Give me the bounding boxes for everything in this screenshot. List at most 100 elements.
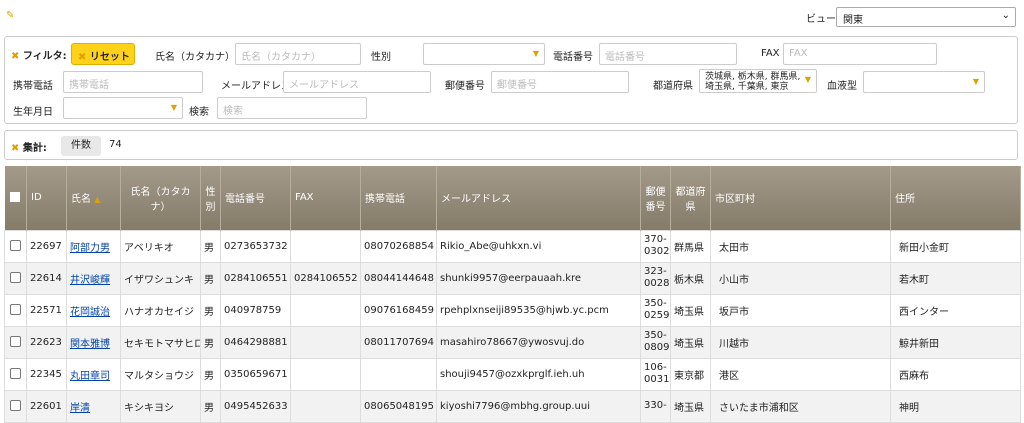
header-id[interactable]: ID (26, 166, 67, 230)
header-phone[interactable]: 電話番号 (220, 166, 291, 230)
blood-select[interactable]: ▼ (863, 71, 985, 93)
cell-pref: 埼玉県 (670, 389, 711, 423)
chevron-down-icon: ▼ (532, 49, 539, 58)
close-icon[interactable]: ✖ (11, 143, 19, 154)
cell-kana: マルタショウジ (120, 357, 201, 391)
cell-phone: 0273653732 (220, 229, 291, 263)
cell-kana: アベリキオ (120, 229, 201, 263)
cell-fax (290, 229, 361, 263)
row-checkbox-cell (4, 229, 27, 263)
row-checkbox[interactable] (10, 272, 21, 284)
mobile-input[interactable]: 携帯電話 (63, 71, 203, 93)
cell-postal: 330- (640, 389, 671, 423)
cell-mobile: 08065048195 (360, 389, 437, 423)
row-checkbox-cell (4, 389, 27, 423)
cell-gender: 男 (200, 357, 221, 391)
header-fax[interactable]: FAX (290, 166, 361, 230)
cell-postal: 370-0302 (640, 229, 671, 263)
cell-name: 関本雅博 (66, 325, 121, 359)
cell-name: 花岡誠治 (66, 293, 121, 327)
name-link[interactable]: 丸田章司 (70, 371, 110, 382)
cell-id: 22697 (26, 229, 67, 263)
header-email[interactable]: メールアドレス (436, 166, 641, 230)
cell-address: 西麻布 (890, 357, 1021, 391)
prefecture-select[interactable]: 茨城県, 栃木県, 群馬県, 埼玉県, 千葉県, 東京 ▼ (699, 69, 817, 93)
cell-kana: キシキヨシ (120, 389, 201, 423)
cell-city: 港区 (710, 357, 891, 391)
cell-fax: 0284106552 (290, 261, 361, 295)
cell-city: 坂戸市 (710, 293, 891, 327)
search-input[interactable]: 検索 (217, 97, 367, 119)
select-all-checkbox[interactable] (4, 166, 27, 230)
cell-mobile (360, 357, 437, 391)
count-chip[interactable]: 件数 (61, 136, 101, 156)
prefecture-label: 都道府県 (653, 81, 693, 92)
name-link[interactable]: 阿部力男 (70, 243, 110, 254)
cell-gender: 男 (200, 261, 221, 295)
postal-label: 郵便番号 (445, 81, 485, 92)
chevron-down-icon: ▼ (804, 75, 811, 84)
cell-id: 22601 (26, 389, 67, 423)
cell-address: 新田小金町 (890, 229, 1021, 263)
birthday-select[interactable]: ▼ (63, 97, 183, 119)
cell-name: 岸清 (66, 389, 121, 423)
cell-pref: 群馬県 (670, 229, 711, 263)
name-kana-input[interactable]: 氏名（カタカナ） (235, 43, 361, 65)
row-checkbox[interactable] (10, 336, 21, 348)
fax-input[interactable]: FAX (783, 43, 937, 65)
cell-mobile: 09076168459 (360, 293, 437, 327)
header-name[interactable]: 氏名 ▲ (66, 166, 121, 230)
reset-button[interactable]: ✖ リセット (71, 43, 135, 65)
wrench-icon[interactable]: ✎ (6, 11, 14, 21)
cell-pref: 栃木県 (670, 261, 711, 295)
cell-email: shunki9957@eerpauaah.kre (436, 261, 641, 295)
header-postal[interactable]: 郵便番号 (640, 166, 671, 230)
cell-address: 西インター (890, 293, 1021, 327)
cell-postal: 350-0259 (640, 293, 671, 327)
aggregate-panel: ✖ 集計: 件数 74 (4, 130, 1018, 160)
header-pref[interactable]: 都道府県 (670, 166, 711, 230)
email-label: メールアドレス (221, 81, 291, 92)
cell-address: 神明 (890, 389, 1021, 423)
header-address[interactable]: 住所 (890, 166, 1021, 230)
name-link[interactable]: 岸清 (70, 403, 90, 414)
mobile-label: 携帯電話 (13, 81, 53, 92)
cell-mobile: 08011707694 (360, 325, 437, 359)
cell-postal: 106-0031 (640, 357, 671, 391)
table-row[interactable]: 22571 花岡誠治 ハナオカセイジ男 040978759 09076168459 rpe… (4, 293, 1021, 327)
table-row[interactable]: 22614 井沢峻輝 イザワシュンキ男 0284106551 0284106552 080… (4, 261, 1021, 295)
table-row[interactable]: 22697 阿部力男 アベリキオ男 0273653732 08070268854 Riki… (4, 229, 1021, 263)
phone-input[interactable]: 電話番号 (599, 43, 737, 65)
view-select[interactable]: 関東 ⌄ (836, 7, 1016, 27)
cell-fax (290, 389, 361, 423)
row-checkbox-cell (4, 293, 27, 327)
row-checkbox[interactable] (10, 240, 21, 252)
table-row[interactable]: 22623 関本雅博 セキモトマサヒロ男 0464298881 08011707694 m… (4, 325, 1021, 359)
table-row[interactable]: 22345 丸田章司 マルタショウジ男 0350659671 shouji9457@oz… (4, 357, 1021, 391)
table-row[interactable]: 22601 岸清 キシキヨシ男 0495452633 08065048195 kiyosh… (4, 389, 1021, 423)
cell-kana: ハナオカセイジ (120, 293, 201, 327)
chevron-down-icon: ⌄ (1001, 10, 1010, 21)
cell-pref: 埼玉県 (670, 325, 711, 359)
gender-select[interactable]: ▼ (423, 43, 545, 65)
cell-city: 小山市 (710, 261, 891, 295)
header-gender[interactable]: 性別 (200, 166, 221, 230)
name-link[interactable]: 花岡誠治 (70, 307, 110, 318)
name-link[interactable]: 井沢峻輝 (70, 275, 110, 286)
header-mobile[interactable]: 携帯電話 (360, 166, 437, 230)
row-checkbox[interactable] (10, 304, 21, 316)
cell-gender: 男 (200, 293, 221, 327)
cell-email: shouji9457@ozxkprglf.ieh.uh (436, 357, 641, 391)
row-checkbox[interactable] (10, 368, 21, 380)
cell-id: 22571 (26, 293, 67, 327)
name-link[interactable]: 関本雅博 (70, 339, 110, 350)
postal-input[interactable]: 郵便番号 (491, 71, 629, 93)
header-city[interactable]: 市区町村 (710, 166, 891, 230)
cell-fax (290, 293, 361, 327)
cell-email: masahiro78667@ywosvuj.do (436, 325, 641, 359)
email-input[interactable]: メールアドレス (283, 71, 431, 93)
header-kana[interactable]: 氏名（カタカナ） (120, 166, 201, 230)
cell-postal: 323-0028 (640, 261, 671, 295)
birthday-label: 生年月日 (13, 107, 53, 118)
close-icon[interactable]: ✖ (11, 51, 19, 62)
